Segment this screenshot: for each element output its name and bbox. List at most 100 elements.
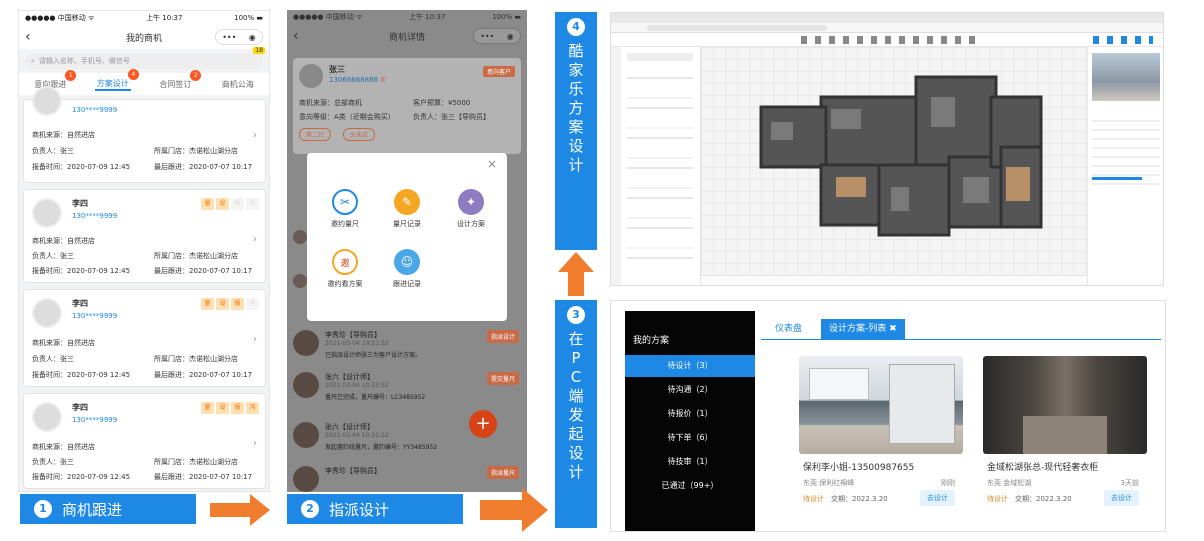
customer-owner: 负责人：张三【导购员】 <box>413 113 490 121</box>
card-name: 李四 <box>72 199 88 208</box>
close-icon[interactable]: × <box>487 157 497 171</box>
sidebar-item-pending-quote[interactable]: 待报价（1） <box>625 403 755 425</box>
tab-contract[interactable]: 合同签订 2 <box>157 69 202 90</box>
step-char: 计 <box>568 463 584 481</box>
card-last-follow: 最后跟进：2020-07-07 10:17 <box>154 473 253 481</box>
sidebar-item-approved[interactable]: 已通过（99+） <box>625 475 755 497</box>
step-number: 4 <box>567 18 585 36</box>
sidebar-item-pending-review[interactable]: 待技审（1） <box>625 451 755 473</box>
card-phone: 130****9999 <box>72 312 118 320</box>
customer-name: 张三 <box>329 65 345 74</box>
timeline-action-button[interactable]: 提交量尺 <box>486 372 519 385</box>
timeline-content: 量尺已完成，量尺编号：LC3485952 <box>325 394 426 401</box>
timeline-author: 张六【设计师】 <box>325 423 374 431</box>
design-toolbar[interactable] <box>611 33 1163 47</box>
tab-badge: 4 <box>127 68 139 80</box>
tag-design: 设 <box>216 402 229 414</box>
more-icon[interactable]: ••• <box>222 33 236 42</box>
ruler-icon: ✂ <box>332 189 358 215</box>
avatar <box>293 466 319 492</box>
plan-card[interactable]: 金域松湖张总-现代轻奢衣柜 东莞 金域松湖 3天前 待设计 交期：2022.3.… <box>983 356 1147 526</box>
carrier: ●●●●● 中国移动 ᯤ <box>25 14 95 22</box>
search-placeholder: 请输入名称、手机号、微信号 <box>38 57 130 65</box>
action-design-plan[interactable]: ✦ 设计方案 <box>441 189 501 229</box>
more-icon[interactable]: ••• <box>480 32 494 41</box>
browser-addressbar[interactable] <box>611 23 1163 33</box>
back-icon[interactable]: ‹ <box>293 29 299 43</box>
step-char: P <box>571 349 581 367</box>
go-design-button[interactable]: 去设计 <box>1104 490 1139 506</box>
step-label-4: 4 酷 家 乐 方 案 设 计 <box>555 12 597 250</box>
card-store: 所属门店：杰诺松山湖分店 <box>154 458 238 466</box>
tab-design-plan-list[interactable]: 设计方案-列表 ✖ <box>821 319 905 339</box>
step-char: 起 <box>568 425 584 443</box>
step-label-1: 1 商机跟进 <box>20 494 196 524</box>
clock: 上午 10:37 <box>409 13 446 21</box>
tab-dashboard[interactable]: 仪表盘 <box>767 319 810 339</box>
search-input[interactable]: ⌕ 请输入名称、手机号、微信号 18 <box>25 47 265 69</box>
timeline-action-button[interactable]: 指派量尺 <box>486 466 519 479</box>
sidebar-item-pending-design[interactable]: 待设计（3） <box>625 355 755 377</box>
opportunity-card[interactable]: 李四 130****9999 量 设 报 沟 › 商机来源：自然进店 负责人：张… <box>23 289 266 387</box>
card-report-time: 报备时间：2020-07-09 12:45 <box>32 473 131 481</box>
avatar <box>293 372 319 398</box>
page-title: 商机详情 <box>388 32 425 43</box>
mini-program-capsule[interactable]: ••• ◉ <box>473 28 521 44</box>
action-invite-view-plan[interactable]: 邀 邀约看方案 <box>315 249 375 289</box>
clock: 上午 10:37 <box>146 14 183 22</box>
sidebar-item-pending-order[interactable]: 待下单（6） <box>625 427 755 449</box>
opportunity-card[interactable]: 李四 130****9999 量 设 报 沟 › 商机来源：自然进店 负责人：张… <box>23 393 266 489</box>
step-text: 商机跟进 <box>62 500 123 519</box>
plan-time: 刚刚 <box>941 479 955 487</box>
status-tags: 量 设 报 沟 <box>201 198 259 210</box>
action-follow-record[interactable]: ☺ 跟进记录 <box>377 249 437 289</box>
customer-source: 商机来源：总部商机 <box>299 99 362 107</box>
tag-communicate: 沟 <box>246 198 259 210</box>
tab-design[interactable]: 方案设计 4 <box>94 68 139 91</box>
go-design-button[interactable]: 去设计 <box>920 490 955 506</box>
floorplan-canvas[interactable] <box>701 47 1087 275</box>
chevron-right-icon: › <box>253 234 257 245</box>
plan-due-date: 交期：2022.3.20 <box>1015 495 1072 503</box>
step-char: 案 <box>568 118 584 136</box>
plan-status: 待设计 <box>987 495 1008 503</box>
step-char: 乐 <box>568 80 584 98</box>
tag-quote: 报 <box>231 298 244 310</box>
timeline-item: 张六【设计师】 2021-03-04 10:21:52 量尺已完成，量尺编号：L… <box>293 372 521 412</box>
timeline-content: 已指派设计师张三为客户设计方案。 <box>325 352 422 359</box>
action-invite-measure[interactable]: ✂ 邀约量尺 <box>315 189 375 229</box>
avatar <box>32 86 62 116</box>
step-char: 方 <box>568 99 584 117</box>
back-icon[interactable]: ‹ <box>25 30 31 44</box>
canvas-statusbar[interactable] <box>701 275 1087 285</box>
tool-icon-strip[interactable] <box>611 47 621 285</box>
sidebar-item-pending-communication[interactable]: 待沟通（2） <box>625 379 755 401</box>
plan-card[interactable]: 保利李小姐-13500987655 东莞 保利红棉峰 刚刚 待设计 交期：202… <box>799 356 963 526</box>
plan-due-date: 交期：2022.3.20 <box>831 495 888 503</box>
tab-badge: 2 <box>190 69 202 81</box>
opportunity-card[interactable]: 130****9999 › 商机来源：自然进店 负责人：张三 所属门店：杰诺松山… <box>23 86 266 183</box>
material-panel[interactable] <box>621 47 701 285</box>
close-circle-icon[interactable]: ◉ <box>249 33 256 42</box>
tab-public-pool[interactable]: 商机公海 <box>220 79 256 90</box>
mini-program-capsule[interactable]: ••• ◉ <box>215 29 263 45</box>
customer-tag: 第二代 <box>299 128 332 141</box>
card-owner: 负责人：张三 <box>32 252 74 260</box>
invite-icon: 邀 <box>332 249 358 275</box>
close-circle-icon[interactable]: ◉ <box>507 32 514 41</box>
action-modal: × ✂ 邀约量尺 ✎ 量尺记录 ✦ 设计方案 邀 邀约看方案 ☺ 跟进记录 <box>307 153 507 321</box>
tag-measure: 量 <box>201 298 214 310</box>
card-report-time: 报备时间：2020-07-09 12:45 <box>32 371 131 379</box>
card-phone: 130****9999 <box>72 416 118 424</box>
avatar <box>293 422 319 448</box>
timeline-action-button[interactable]: 指派设计 <box>486 330 519 343</box>
customer-phone: 13066668888 ✆ <box>329 76 387 84</box>
timeline-date: 2021-03-04 10:21:52 <box>325 382 389 389</box>
opportunity-card[interactable]: 李四 130****9999 量 设 报 沟 › 商机来源：自然进店 负责人：张… <box>23 189 266 283</box>
card-store: 所属门店：杰诺松山湖分店 <box>154 147 238 155</box>
action-measure-record[interactable]: ✎ 量尺记录 <box>377 189 437 229</box>
properties-panel[interactable] <box>1087 47 1163 285</box>
timeline-author: 李秀珍【导购员】 <box>325 467 381 475</box>
card-source: 商机来源：自然进店 <box>32 443 95 451</box>
add-button[interactable]: + <box>469 410 497 438</box>
